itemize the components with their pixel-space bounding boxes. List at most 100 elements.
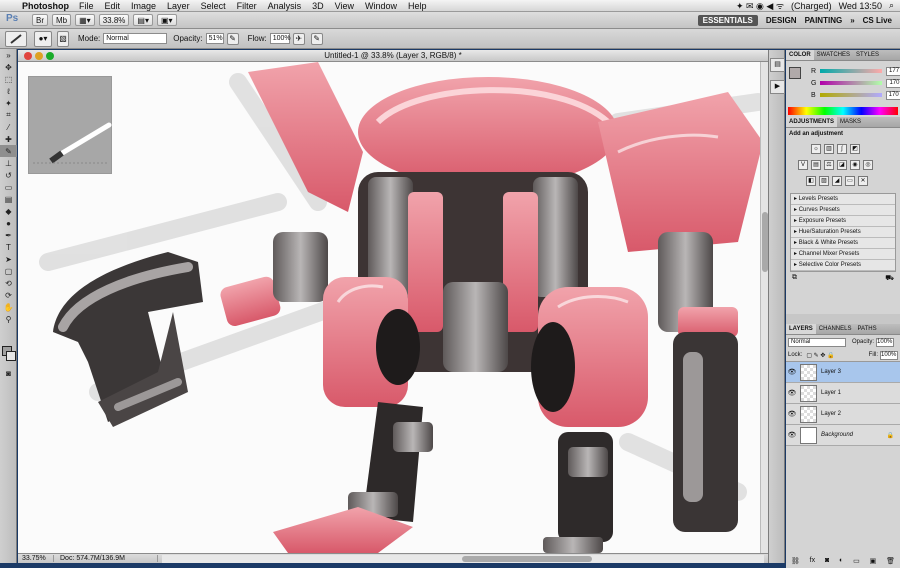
adjustments-menu-icon[interactable]: ⛟	[885, 274, 894, 283]
horizontal-scrollbar[interactable]	[162, 554, 764, 563]
selective-color-icon[interactable]: ✕	[858, 176, 868, 186]
app-menu[interactable]: Photoshop	[22, 1, 69, 11]
pressure-size-icon[interactable]: ✎	[310, 32, 323, 45]
mode-select[interactable]: Normal	[103, 33, 168, 44]
blue-value[interactable]: 170	[885, 90, 900, 100]
tab-adjustments[interactable]: ADJUSTMENTS	[786, 117, 838, 127]
brush-tool-icon[interactable]: ✎	[0, 145, 17, 157]
quick-select-tool-icon[interactable]: ✦	[0, 97, 17, 109]
3d-rotate-tool-icon[interactable]: ⟲	[0, 277, 17, 289]
delete-layer-icon[interactable]: 🗑	[886, 557, 895, 565]
channel-mixer-icon[interactable]: ◎	[863, 160, 873, 170]
close-window-icon[interactable]	[24, 52, 32, 60]
layer-row-2[interactable]: 👁 Layer 2	[786, 404, 900, 425]
preset-levels[interactable]: Levels Presets	[791, 194, 895, 205]
menu-image[interactable]: Image	[131, 1, 156, 11]
zoom-tool-icon[interactable]: ⚲	[0, 313, 17, 325]
blend-mode-select[interactable]: Normal	[788, 337, 846, 347]
pressure-opacity-icon[interactable]: ✎	[226, 32, 239, 45]
menu-filter[interactable]: Filter	[237, 1, 257, 11]
levels-icon[interactable]: ▥	[824, 144, 834, 154]
tab-channels[interactable]: CHANNELS	[816, 324, 855, 334]
workspace-overflow[interactable]: »	[850, 16, 854, 25]
cs-live-button[interactable]: CS Live	[863, 16, 892, 25]
clock[interactable]: Wed 13:50	[839, 1, 882, 11]
zoom-status[interactable]: 33.75%	[18, 555, 54, 562]
adjustment-layer-icon[interactable]: ◐	[839, 557, 843, 565]
zoom-level-select[interactable]: 33.8%	[98, 14, 130, 26]
new-layer-icon[interactable]: ▣	[870, 557, 877, 565]
history-panel-icon[interactable]: ▤	[770, 58, 785, 72]
layer-opacity-input[interactable]: 100%	[876, 337, 895, 347]
invert-icon[interactable]: ◧	[806, 176, 816, 186]
layer-style-icon[interactable]: fx	[810, 557, 815, 565]
menu-file[interactable]: File	[79, 1, 94, 11]
blur-tool-icon[interactable]: ◆	[0, 205, 17, 217]
tab-color[interactable]: COLOR	[786, 50, 814, 60]
vertical-scrollbar[interactable]	[760, 62, 768, 553]
menu-window[interactable]: Window	[365, 1, 397, 11]
preset-black-white[interactable]: Black & White Presets	[791, 238, 895, 249]
tab-paths[interactable]: PATHS	[854, 324, 879, 334]
lasso-tool-icon[interactable]: ℓ	[0, 85, 17, 97]
color-fg-swatch[interactable]	[789, 67, 801, 79]
minimize-window-icon[interactable]	[35, 52, 43, 60]
history-brush-tool-icon[interactable]: ↺	[0, 169, 17, 181]
crop-tool-icon[interactable]: ⌗	[0, 109, 17, 121]
blue-slider[interactable]	[819, 93, 882, 97]
menu-3d[interactable]: 3D	[312, 1, 324, 11]
actions-panel-icon[interactable]: ▶	[770, 80, 785, 94]
document-title-bar[interactable]: Untitled-1 @ 33.8% (Layer 3, RGB/8) *	[18, 50, 768, 62]
visibility-eye-icon[interactable]: 👁	[786, 431, 798, 439]
menu-analysis[interactable]: Analysis	[268, 1, 302, 11]
vibrance-icon[interactable]: V	[798, 160, 808, 170]
black-white-icon[interactable]: ◪	[837, 160, 847, 170]
preset-exposure[interactable]: Exposure Presets	[791, 216, 895, 227]
zoom-window-icon[interactable]	[46, 52, 54, 60]
color-balance-icon[interactable]: ⚖	[824, 160, 834, 170]
layer-row-1[interactable]: 👁 Layer 1	[786, 383, 900, 404]
arrange-documents-button[interactable]: ▤▾	[133, 14, 153, 26]
screen-mode-button[interactable]: ▣▾	[156, 14, 177, 26]
dodge-tool-icon[interactable]: ●	[0, 217, 17, 229]
horizontal-scroll-thumb[interactable]	[462, 555, 592, 562]
tab-masks[interactable]: MASKS	[837, 117, 864, 127]
tab-layers[interactable]: LAYERS	[786, 324, 816, 334]
hand-tool-icon[interactable]: ✋	[0, 301, 17, 313]
clone-stamp-tool-icon[interactable]: ⊥	[0, 157, 17, 169]
airbrush-icon[interactable]: ✈	[292, 32, 305, 45]
shape-tool-icon[interactable]: ▢	[0, 265, 17, 277]
preset-selective-color[interactable]: Selective Color Presets	[791, 260, 895, 271]
eyedropper-tool-icon[interactable]: ⁄	[0, 121, 17, 133]
clip-to-layer-icon[interactable]: ⧉	[792, 274, 797, 283]
minibridge-button[interactable]: Mb	[52, 14, 72, 26]
move-tool-icon[interactable]: ✥	[0, 61, 17, 73]
status-icons[interactable]: ✦ ✉ ◉ ◀ ᯤ	[736, 0, 784, 12]
workspace-painting[interactable]: PAINTING	[805, 16, 843, 25]
photo-filter-icon[interactable]: ◉	[850, 160, 860, 170]
menu-layer[interactable]: Layer	[167, 1, 190, 11]
path-selection-tool-icon[interactable]: ➤	[0, 253, 17, 265]
brush-tool-preset-icon[interactable]	[5, 30, 27, 47]
collapse-toolbox-icon[interactable]: »	[0, 49, 17, 61]
pen-tool-icon[interactable]: ✒	[0, 229, 17, 241]
spotlight-icon[interactable]: ⌕	[889, 0, 894, 11]
layer-mask-icon[interactable]: ◙	[825, 557, 829, 565]
preset-hue-saturation[interactable]: Hue/Saturation Presets	[791, 227, 895, 238]
brightness-icon[interactable]: ☼	[811, 144, 821, 154]
menu-edit[interactable]: Edit	[105, 1, 121, 11]
exposure-icon[interactable]: ◩	[850, 144, 860, 154]
healing-brush-tool-icon[interactable]: ✚	[0, 133, 17, 145]
quick-mask-icon[interactable]: ◙	[0, 367, 17, 379]
bridge-button[interactable]: Br	[32, 14, 48, 26]
canvas[interactable]	[18, 62, 768, 553]
visibility-eye-icon[interactable]: 👁	[786, 389, 798, 397]
layer-row-3[interactable]: 👁 Layer 3	[786, 362, 900, 383]
opacity-input[interactable]: 51%	[205, 33, 224, 44]
flow-input[interactable]: 100%	[269, 33, 291, 44]
doc-size-status[interactable]: Doc: 574.7M/136.9M	[54, 555, 158, 562]
gradient-map-icon[interactable]: ▭	[845, 176, 855, 186]
green-slider[interactable]	[820, 81, 883, 85]
curves-icon[interactable]: ∫	[837, 144, 847, 154]
color-spectrum-bar[interactable]	[788, 107, 898, 115]
